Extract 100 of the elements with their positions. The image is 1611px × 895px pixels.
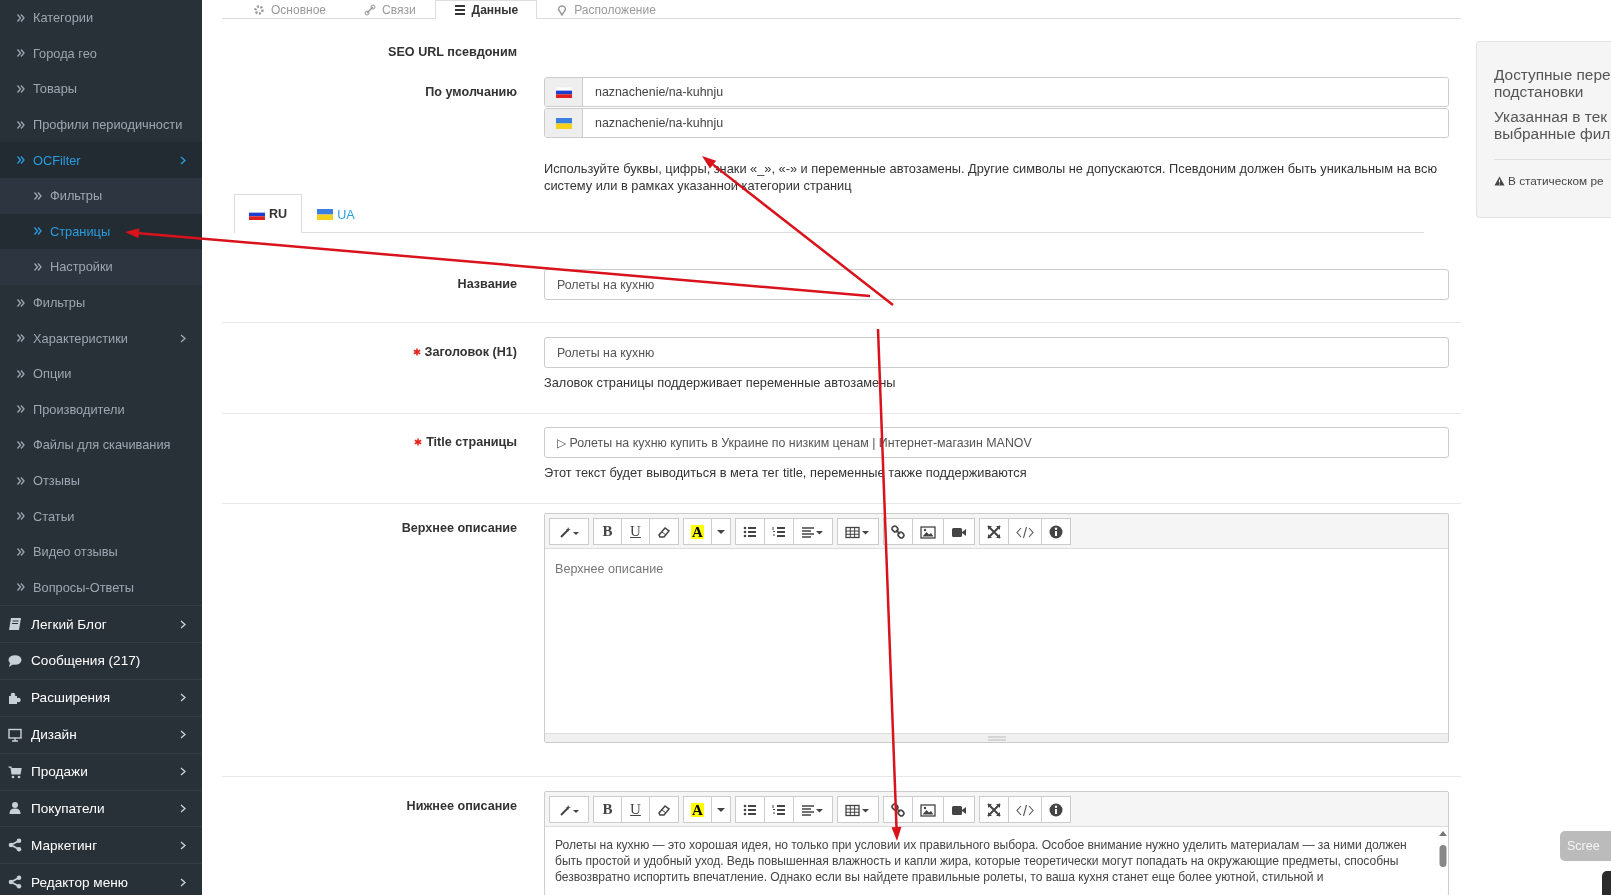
sidebar-subitem[interactable]: Настройки [0, 249, 202, 285]
sidebar-item[interactable]: Фильтры [0, 284, 202, 321]
double-chevron-icon [17, 512, 25, 521]
tab[interactable]: Данные [434, 0, 538, 19]
code-button[interactable] [1008, 796, 1042, 823]
tab[interactable]: Основное [234, 0, 345, 18]
sidebar-item[interactable]: Статьи [0, 498, 202, 534]
language-tab[interactable]: UA [302, 195, 370, 233]
sidebar-subitem[interactable]: Страницы [0, 213, 202, 250]
eraser-icon [657, 524, 671, 539]
sidebar-item[interactable]: Покупатели [0, 789, 202, 827]
sidebar-item[interactable]: Продажи [0, 752, 202, 790]
tab[interactable]: Связи [345, 0, 435, 18]
sidebar-item[interactable]: Сообщения (217) [0, 642, 202, 679]
field-label: Название [457, 277, 517, 291]
field-label: Нижнее описание [406, 799, 517, 813]
ul-button[interactable] [735, 796, 765, 823]
sidebar-item[interactable]: Легкий Блог [0, 605, 202, 642]
fullscreen-button[interactable] [979, 518, 1009, 545]
align-left-icon [801, 524, 825, 539]
sidebar-item[interactable]: Редактор меню [0, 863, 202, 895]
text-field[interactable]: Ролеты на кухню [544, 269, 1449, 300]
caret-button[interactable] [711, 518, 731, 545]
align-left-icon [801, 802, 825, 817]
seo-url-field[interactable]: naznachenie/na-kuhnju [544, 108, 1449, 138]
sidebar-item[interactable]: Категории [0, 0, 202, 36]
flag-icon [249, 208, 265, 220]
sidebar-item[interactable]: Товары [0, 71, 202, 107]
info-icon [1049, 802, 1063, 817]
highlight-button[interactable]: A [683, 796, 712, 823]
ul-button[interactable] [735, 518, 765, 545]
bold-button[interactable]: B [593, 796, 622, 823]
caret-button[interactable] [711, 796, 731, 823]
align-button[interactable] [793, 796, 833, 823]
underline-button[interactable]: U [621, 518, 650, 545]
code-icon [1016, 802, 1034, 817]
map-pin-icon [556, 3, 569, 16]
numbered-list-icon [772, 802, 786, 817]
double-chevron-icon [17, 156, 25, 165]
scrollbar-drawing [1438, 829, 1448, 869]
sidebar-item[interactable]: Характеристики [0, 320, 202, 356]
video-button[interactable] [943, 796, 975, 823]
flag-icon [555, 86, 572, 98]
sidebar-item[interactable]: Опции [0, 355, 202, 392]
sidebar-subitem[interactable]: Фильтры [0, 177, 202, 214]
picture-button[interactable] [912, 796, 944, 823]
share-icon [8, 838, 22, 853]
fullscreen-icon [987, 802, 1001, 817]
chevron-right-icon [180, 693, 186, 703]
eraser-button[interactable] [649, 518, 679, 545]
picture-button[interactable] [912, 518, 944, 545]
bullet-list-icon [743, 802, 757, 817]
link-button[interactable] [883, 796, 913, 823]
eraser-icon [657, 802, 671, 817]
fullscreen-button[interactable] [979, 796, 1009, 823]
sidebar-item[interactable]: Города гео [0, 35, 202, 72]
picture-icon [920, 802, 936, 817]
sidebar-item[interactable]: Отзывы [0, 462, 202, 499]
table-button[interactable] [837, 796, 879, 823]
double-chevron-icon [34, 262, 42, 271]
chevron-right-icon [180, 767, 186, 777]
list-icon [453, 4, 466, 16]
sidebar-item[interactable]: Производители [0, 391, 202, 428]
bold-button[interactable]: B [593, 518, 622, 545]
double-chevron-icon [17, 405, 25, 414]
underline-button[interactable]: U [621, 796, 650, 823]
language-tab[interactable]: RU [234, 194, 303, 233]
flag-icon [317, 209, 334, 220]
sidebar-item[interactable]: Файлы для скачивания [0, 427, 202, 463]
double-chevron-icon [17, 583, 25, 592]
magic-button[interactable] [549, 796, 589, 823]
sidebar-item[interactable]: Дизайн [0, 715, 202, 753]
chevron-right-icon [180, 333, 186, 343]
link-button[interactable] [883, 518, 913, 545]
highlight-button[interactable]: A [683, 518, 712, 545]
double-chevron-icon [17, 440, 25, 449]
sidebar-item[interactable]: OCFilter [0, 142, 202, 178]
table-button[interactable] [837, 518, 879, 545]
info-button[interactable] [1041, 518, 1071, 545]
text-field[interactable]: Ролеты на кухню [544, 337, 1449, 368]
code-button[interactable] [1008, 518, 1042, 545]
info-button[interactable] [1041, 796, 1071, 823]
editor-text-area[interactable]: Верхнее описание [545, 549, 1448, 733]
tab[interactable]: Расположение [537, 0, 675, 18]
double-chevron-icon [17, 85, 25, 93]
align-button[interactable] [793, 518, 833, 545]
numbered-list-icon [772, 524, 786, 539]
info-icon [1049, 524, 1063, 539]
sidebar-item[interactable]: Расширения [0, 678, 202, 716]
seo-url-field[interactable]: naznachenie/na-kuhnju [544, 77, 1449, 107]
sidebar-item[interactable]: Маркетинг [0, 826, 202, 864]
sidebar-item[interactable]: Видео отзывы [0, 533, 202, 570]
resize-grip-icon [987, 735, 1006, 741]
sidebar-item[interactable]: Профили периодичности [0, 106, 202, 143]
sidebar-item[interactable]: Вопросы-Ответы [0, 569, 202, 606]
ol-button[interactable] [764, 796, 794, 823]
ol-button[interactable] [764, 518, 794, 545]
eraser-button[interactable] [649, 796, 679, 823]
magic-button[interactable] [549, 518, 589, 545]
video-button[interactable] [943, 518, 975, 545]
